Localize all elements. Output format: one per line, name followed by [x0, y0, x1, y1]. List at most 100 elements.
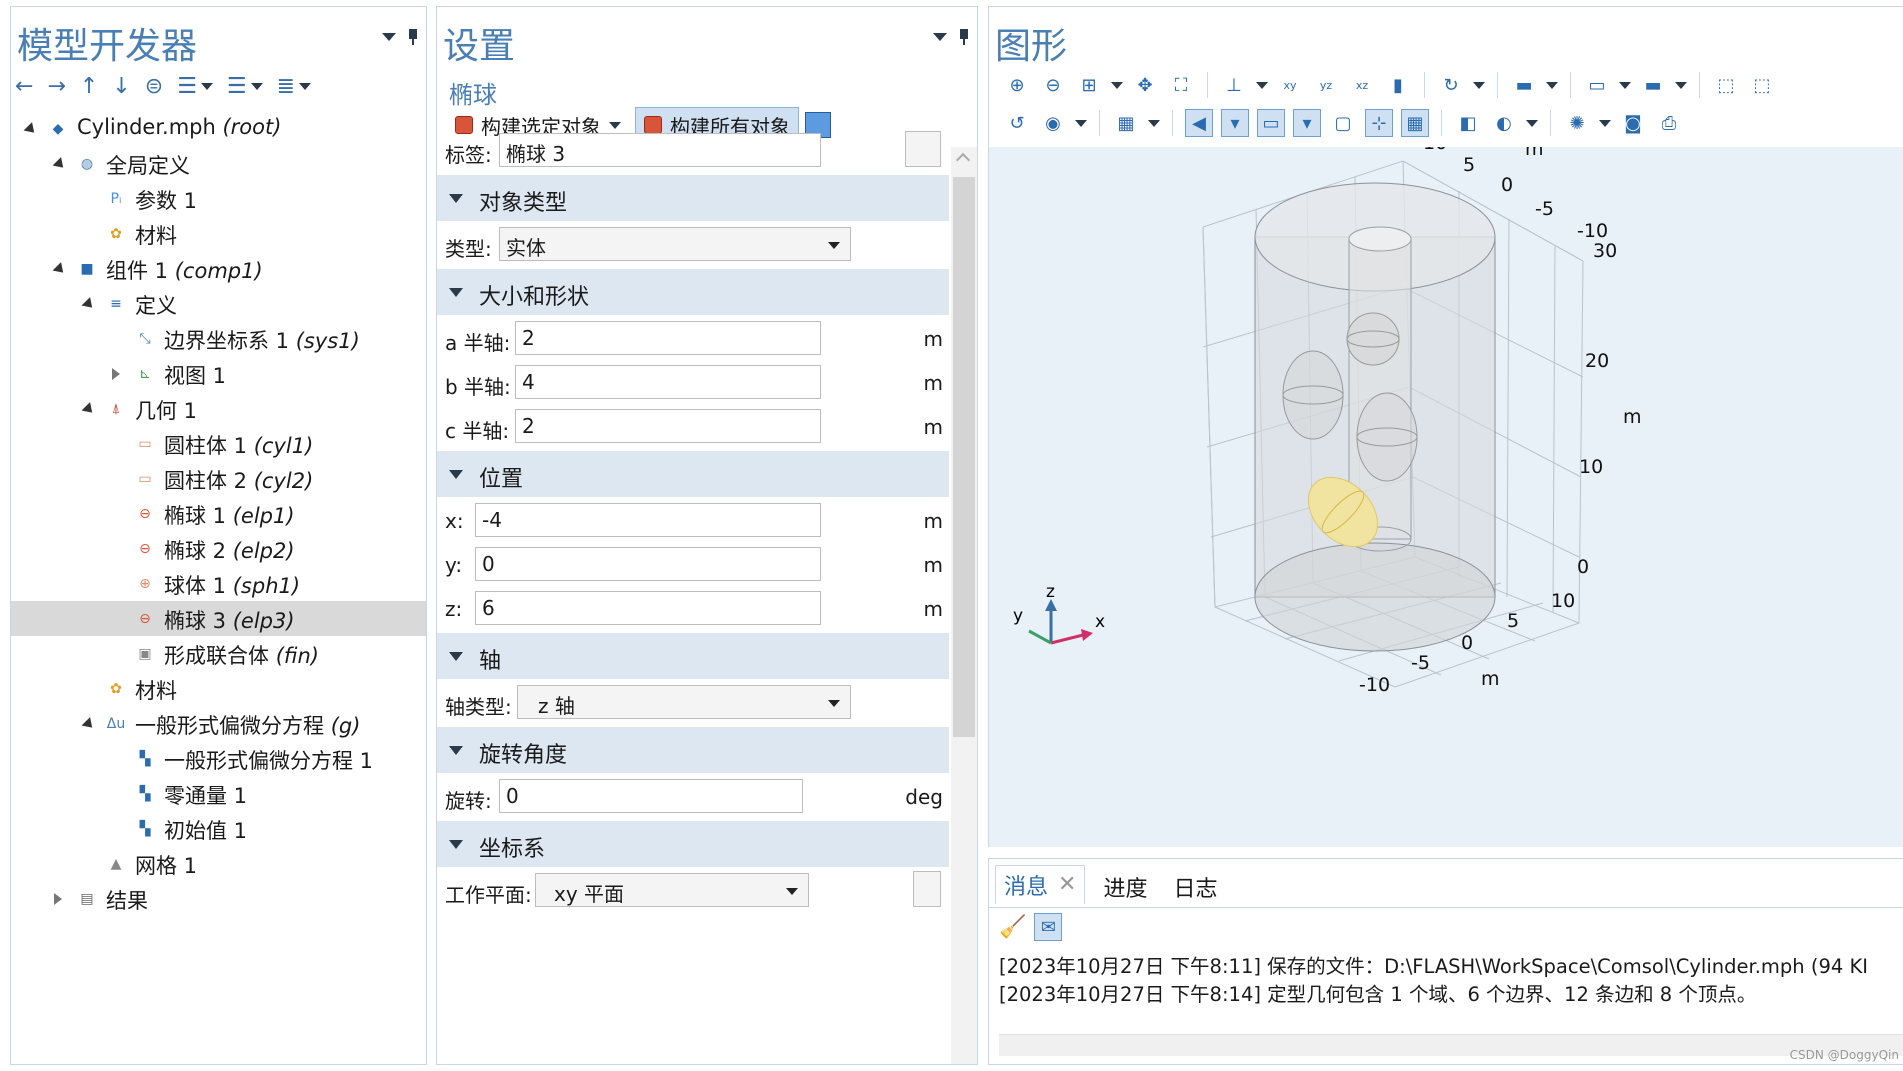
- pin-icon[interactable]: [959, 29, 969, 45]
- tree-item[interactable]: ⊖ 椭球 3 (elp3): [11, 601, 426, 636]
- show-icon[interactable]: ⊜: [145, 74, 163, 99]
- expand-open-icon[interactable]: [52, 157, 68, 172]
- image-snapshot-icon[interactable]: ◙: [1619, 109, 1647, 137]
- z-input[interactable]: 6: [475, 591, 821, 625]
- label-input[interactable]: 椭球 3: [499, 133, 821, 167]
- axis-orientation-icon[interactable]: ⊹: [1365, 109, 1393, 137]
- chevron-down-icon[interactable]: [1675, 81, 1687, 89]
- tree-item[interactable]: ≡ 定义: [11, 286, 426, 321]
- close-icon[interactable]: ✕: [1058, 872, 1076, 897]
- selection-mode-icon[interactable]: ▬: [1510, 71, 1538, 99]
- forward-arrow-icon[interactable]: →: [47, 74, 65, 99]
- view-xy-icon[interactable]: xy: [1276, 71, 1304, 99]
- section-object-type[interactable]: 对象类型: [437, 175, 949, 221]
- chevron-down-icon[interactable]: [1599, 119, 1611, 127]
- type-select[interactable]: 实体: [499, 227, 851, 261]
- a-semiaxis-input[interactable]: 2: [515, 321, 821, 355]
- tree-item[interactable]: ⊖ 椭球 1 (elp1): [11, 496, 426, 531]
- wireframe-icon[interactable]: ▦: [1112, 109, 1140, 137]
- tree-item[interactable]: ◍ 全局定义: [11, 146, 426, 181]
- select-box-icon[interactable]: ⬚: [1712, 71, 1740, 99]
- expand-open-icon[interactable]: [81, 297, 97, 312]
- back-arrow-icon[interactable]: ←: [15, 74, 33, 99]
- bounding-box-icon[interactable]: ▢: [1329, 109, 1357, 137]
- chevron-down-icon[interactable]: [1256, 81, 1268, 89]
- expand-open-icon[interactable]: [81, 402, 97, 417]
- settings-scrollbar[interactable]: [951, 147, 977, 1064]
- zoom-in-icon[interactable]: ⊕: [1003, 71, 1031, 99]
- chevron-down-icon[interactable]: [1473, 81, 1485, 89]
- move-up-icon[interactable]: ↑: [80, 74, 98, 99]
- panel-menu-icon[interactable]: [382, 33, 396, 41]
- tab-messages[interactable]: 消息 ✕: [995, 865, 1086, 905]
- visibility-icon[interactable]: ◉: [1039, 109, 1067, 137]
- zoom-selected-icon[interactable]: ✥: [1131, 71, 1159, 99]
- message-filter-icon[interactable]: ✉: [1034, 913, 1063, 941]
- tree-item[interactable]: ⊕ 球体 1 (sph1): [11, 566, 426, 601]
- tree-item[interactable]: Pᵢ 参数 1: [11, 181, 426, 216]
- expand-closed-icon[interactable]: [112, 368, 120, 380]
- tree-item[interactable]: ▚ 零通量 1: [11, 776, 426, 811]
- tree-item[interactable]: ✿ 材料: [11, 216, 426, 251]
- section-coord-system[interactable]: 坐标系: [437, 821, 949, 867]
- messages-hscrollbar[interactable]: [999, 1034, 1903, 1056]
- tree-item[interactable]: ▚ 一般形式偏微分方程 1: [11, 741, 426, 776]
- rotate-icon[interactable]: ↻: [1437, 71, 1465, 99]
- x-input[interactable]: -4: [475, 503, 821, 537]
- scroll-thumb[interactable]: [953, 177, 975, 737]
- chevron-down-icon[interactable]: [1111, 81, 1123, 89]
- 3d-geometry-view[interactable]: 10 5 0 -5 -10 m 30 20 10 0 m 10 5 0 -5 -…: [989, 132, 1903, 847]
- tree-item[interactable]: ▭ 圆柱体 2 (cyl2): [11, 461, 426, 496]
- graphics-canvas[interactable]: 10 5 0 -5 -10 m 30 20 10 0 m 10 5 0 -5 -…: [989, 132, 1903, 847]
- work-plane-options-icon[interactable]: [913, 871, 941, 907]
- view-axes-icon[interactable]: ⊥: [1220, 71, 1248, 99]
- render-mode-icon[interactable]: ▭: [1257, 109, 1285, 137]
- tree-item[interactable]: ⊾ 视图 1: [11, 356, 426, 391]
- tree-item[interactable]: ▤ 结果: [11, 881, 426, 916]
- axis-type-select[interactable]: z 轴: [517, 685, 851, 719]
- chevron-down-icon[interactable]: [1075, 119, 1087, 127]
- tab-progress[interactable]: 进度: [1095, 865, 1155, 905]
- tree-item[interactable]: ▲ 网格 1: [11, 846, 426, 881]
- print-icon[interactable]: ⎙: [1655, 109, 1683, 137]
- grid-icon[interactable]: ▦: [1401, 109, 1429, 137]
- expand-open-icon[interactable]: [81, 717, 97, 732]
- panel-menu-icon[interactable]: [933, 33, 947, 41]
- clear-broom-icon[interactable]: 🧹: [999, 915, 1026, 940]
- view-xz-icon[interactable]: xz: [1348, 71, 1376, 99]
- render-mode-dropdown-icon[interactable]: ▾: [1293, 109, 1321, 137]
- c-semiaxis-input[interactable]: 2: [515, 409, 821, 443]
- scroll-up-icon[interactable]: [955, 152, 971, 168]
- color-display-icon[interactable]: ◐: [1490, 109, 1518, 137]
- reset-view-icon[interactable]: ↺: [1003, 109, 1031, 137]
- pin-icon[interactable]: [408, 29, 418, 45]
- expand-closed-icon[interactable]: [54, 893, 62, 905]
- expand-open-icon[interactable]: [52, 262, 68, 277]
- chevron-down-icon[interactable]: [1148, 119, 1160, 127]
- expand-open-icon[interactable]: [23, 122, 39, 137]
- b-semiaxis-input[interactable]: 4: [515, 365, 821, 399]
- tree-item[interactable]: ■ 组件 1 (comp1): [11, 251, 426, 286]
- tree-item[interactable]: ⊖ 椭球 2 (elp2): [11, 531, 426, 566]
- animate-icon[interactable]: ✺: [1563, 109, 1591, 137]
- tree-item[interactable]: ⤡ 边界坐标系 1 (sys1): [11, 321, 426, 356]
- work-plane-select[interactable]: xy 平面: [535, 873, 809, 907]
- section-axis[interactable]: 轴: [437, 633, 949, 679]
- zoom-extents-icon[interactable]: ⛶: [1167, 71, 1195, 99]
- clear-selection-icon[interactable]: ⬚: [1748, 71, 1776, 99]
- collapse-menu[interactable]: ☰: [227, 74, 263, 99]
- chevron-down-icon[interactable]: [1526, 119, 1538, 127]
- section-size-shape[interactable]: 大小和形状: [437, 269, 949, 315]
- section-position[interactable]: 位置: [437, 451, 949, 497]
- expand-menu[interactable]: ☰: [177, 74, 213, 99]
- view-yz-icon[interactable]: yz: [1312, 71, 1340, 99]
- camera-view-icon[interactable]: ▮: [1384, 71, 1412, 99]
- move-down-icon[interactable]: ↓: [112, 74, 130, 99]
- tree-item[interactable]: ▭ 圆柱体 1 (cyl1): [11, 426, 426, 461]
- label-options-icon[interactable]: [905, 131, 941, 167]
- chevron-down-icon[interactable]: [1619, 81, 1631, 89]
- zoom-box-icon[interactable]: ⊞: [1075, 71, 1103, 99]
- y-input[interactable]: 0: [475, 547, 821, 581]
- select-domains-icon[interactable]: ▬: [1639, 71, 1667, 99]
- view-options-menu[interactable]: ≣: [277, 74, 312, 99]
